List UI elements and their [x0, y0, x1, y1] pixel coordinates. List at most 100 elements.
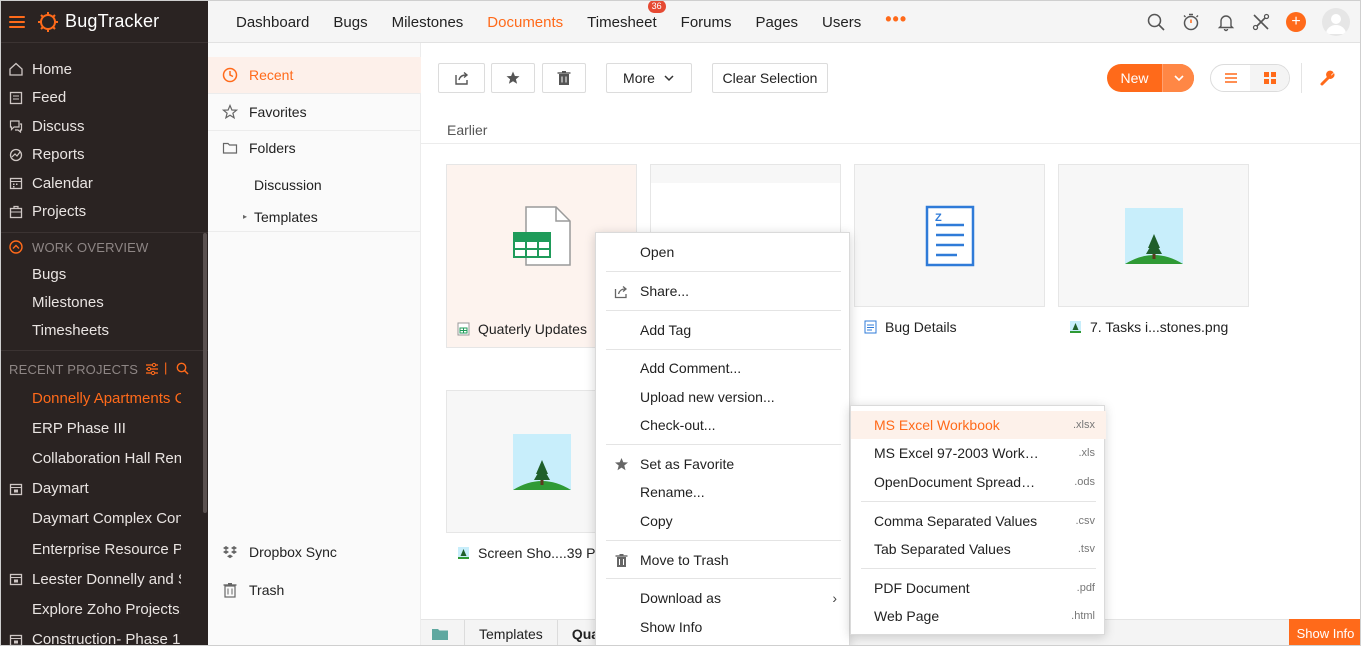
bell-icon[interactable] — [1216, 12, 1236, 32]
sidebar-item-reports[interactable]: Reports — [1, 141, 208, 170]
project-group[interactable]: Leester Donnelly and S — [1, 564, 181, 594]
download-format-xls[interactable]: MS Excel 97-2003 Workbook .xls — [851, 439, 1106, 467]
sidebar-divider — [1, 350, 208, 351]
share-button[interactable] — [438, 63, 485, 93]
more-tabs-button[interactable]: ••• — [885, 9, 907, 30]
hamburger-icon[interactable] — [9, 15, 25, 28]
project-label: Leester Donnelly and S — [32, 570, 181, 588]
new-button[interactable]: New — [1107, 64, 1194, 92]
menu-item-download-as[interactable]: Download as › — [596, 584, 851, 612]
menu-item-label: Copy — [640, 513, 673, 529]
project-item[interactable]: Collaboration Hall Renc — [1, 443, 181, 473]
clear-selection-button[interactable]: Clear Selection — [712, 63, 828, 93]
sidebar-item-label: Home — [32, 60, 73, 78]
tab-timesheet[interactable]: Timesheet 36 — [587, 1, 666, 31]
project-item[interactable]: Daymart Complex Cons — [1, 504, 181, 534]
grid-icon — [1263, 72, 1276, 84]
download-format-csv[interactable]: Comma Separated Values .csv — [851, 507, 1106, 535]
menu-item-label: Check-out... — [640, 417, 716, 433]
project-label: Enterprise Resource Pla — [32, 540, 181, 558]
user-avatar[interactable] — [1322, 8, 1350, 36]
menu-item-add-tag[interactable]: Add Tag — [596, 316, 851, 344]
work-overview-item-bugs[interactable]: Bugs — [1, 260, 208, 288]
project-item[interactable]: Explore Zoho Projects! — [1, 594, 181, 624]
chevron-down-icon — [664, 75, 674, 82]
project-group[interactable]: Daymart — [1, 474, 181, 504]
menu-item-move-to-trash[interactable]: Move to Trash — [596, 546, 851, 574]
download-format-tsv[interactable]: Tab Separated Values .tsv — [851, 535, 1106, 563]
tab-milestones[interactable]: Milestones — [392, 14, 464, 31]
project-item[interactable]: ERP Phase III — [1, 413, 181, 443]
sidebar-scrollbar[interactable] — [203, 233, 207, 513]
filter-icon[interactable] — [145, 362, 159, 376]
panel-item-trash[interactable]: Trash — [208, 572, 421, 608]
tab-pages[interactable]: Pages — [756, 14, 799, 31]
favorite-button[interactable] — [491, 63, 535, 93]
work-overview-item-timesheets[interactable]: Timesheets — [1, 317, 208, 345]
download-format-xlsx[interactable]: MS Excel Workbook .xlsx — [851, 411, 1106, 439]
more-label: More — [623, 70, 655, 86]
panel-item-favorites[interactable]: Favorites — [208, 94, 421, 130]
work-overview-item-milestones[interactable]: Milestones — [1, 288, 208, 316]
wrench-icon[interactable] — [1319, 69, 1337, 87]
tab-bugs[interactable]: Bugs — [333, 14, 367, 31]
menu-item-open[interactable]: Open — [596, 238, 851, 266]
breadcrumb-templates[interactable]: Templates — [464, 619, 557, 645]
tools-icon[interactable] — [1251, 12, 1271, 32]
project-group-icon — [9, 483, 23, 495]
timer-icon[interactable] — [1181, 12, 1201, 32]
discuss-icon — [9, 120, 23, 134]
panel-item-recent[interactable]: Recent — [208, 57, 421, 93]
download-format-pdf[interactable]: PDF Document .pdf — [851, 574, 1106, 602]
spreadsheet-icon — [512, 206, 571, 266]
menu-item-set-as-favorite[interactable]: Set as Favorite — [596, 450, 851, 478]
menu-item-upload-new-version[interactable]: Upload new version... — [596, 383, 851, 411]
project-group[interactable]: Construction- Phase 1 — [1, 625, 181, 645]
menu-item-show-info[interactable]: Show Info — [596, 613, 851, 641]
quick-add-button[interactable]: + — [1286, 12, 1306, 32]
show-info-button[interactable]: Show Info — [1289, 619, 1360, 645]
menu-item-copy[interactable]: Copy — [596, 507, 851, 535]
list-view-button[interactable] — [1211, 65, 1250, 91]
sidebar-item-projects[interactable]: Projects — [1, 198, 208, 227]
folder-templates[interactable]: Templates — [254, 209, 318, 225]
project-group-icon — [9, 574, 23, 586]
menu-item-label: Move to Trash — [640, 552, 729, 568]
file-card-tasks-png[interactable] — [1058, 164, 1249, 307]
tab-forums[interactable]: Forums — [681, 14, 732, 31]
tab-documents[interactable]: Documents — [487, 14, 563, 31]
download-format-ods[interactable]: OpenDocument Spreadsheet .ods — [851, 468, 1106, 496]
menu-item-rename[interactable]: Rename... — [596, 478, 851, 506]
project-item[interactable]: Enterprise Resource Pla — [1, 534, 181, 564]
project-item[interactable]: Donnelly Apartments C — [1, 383, 181, 413]
work-overview-header[interactable]: WORK OVERVIEW — [1, 234, 208, 260]
menu-item-label: Download as — [640, 590, 721, 606]
search-icon[interactable] — [176, 362, 189, 375]
delete-button[interactable] — [542, 63, 586, 93]
tab-users[interactable]: Users — [822, 14, 861, 31]
menu-item-check-out[interactable]: Check-out... — [596, 411, 851, 439]
grid-view-button[interactable] — [1250, 65, 1289, 91]
panel-item-dropbox-sync[interactable]: Dropbox Sync — [208, 534, 421, 570]
sidebar-item-feed[interactable]: Feed — [1, 84, 208, 113]
tab-dashboard[interactable]: Dashboard — [236, 14, 309, 31]
download-format-html[interactable]: Web Page .html — [851, 602, 1106, 630]
collapse-circle-icon — [9, 240, 23, 254]
file-card-bug-details[interactable]: Z — [854, 164, 1045, 307]
panel-item-folders[interactable]: Folders — [208, 130, 421, 166]
menu-item-add-comment[interactable]: Add Comment... — [596, 354, 851, 382]
more-dropdown[interactable]: More — [606, 63, 692, 93]
app-name: BugTracker — [65, 11, 160, 31]
folder-discussion[interactable]: Discussion — [254, 177, 322, 193]
new-dropdown-toggle[interactable] — [1162, 64, 1194, 92]
view-toggle — [1210, 64, 1290, 92]
feed-icon — [9, 91, 23, 104]
sidebar-item-label: Projects — [32, 203, 87, 221]
sidebar-item-calendar[interactable]: Calendar — [1, 169, 208, 198]
sidebar-item-discuss[interactable]: Discuss — [1, 112, 208, 141]
sidebar-item-home[interactable]: Home — [1, 55, 208, 84]
format-extension: .ods — [1074, 476, 1095, 488]
menu-item-share[interactable]: Share... — [596, 277, 851, 305]
expand-caret-icon[interactable]: ▸ — [243, 212, 247, 221]
search-icon[interactable] — [1146, 12, 1166, 32]
